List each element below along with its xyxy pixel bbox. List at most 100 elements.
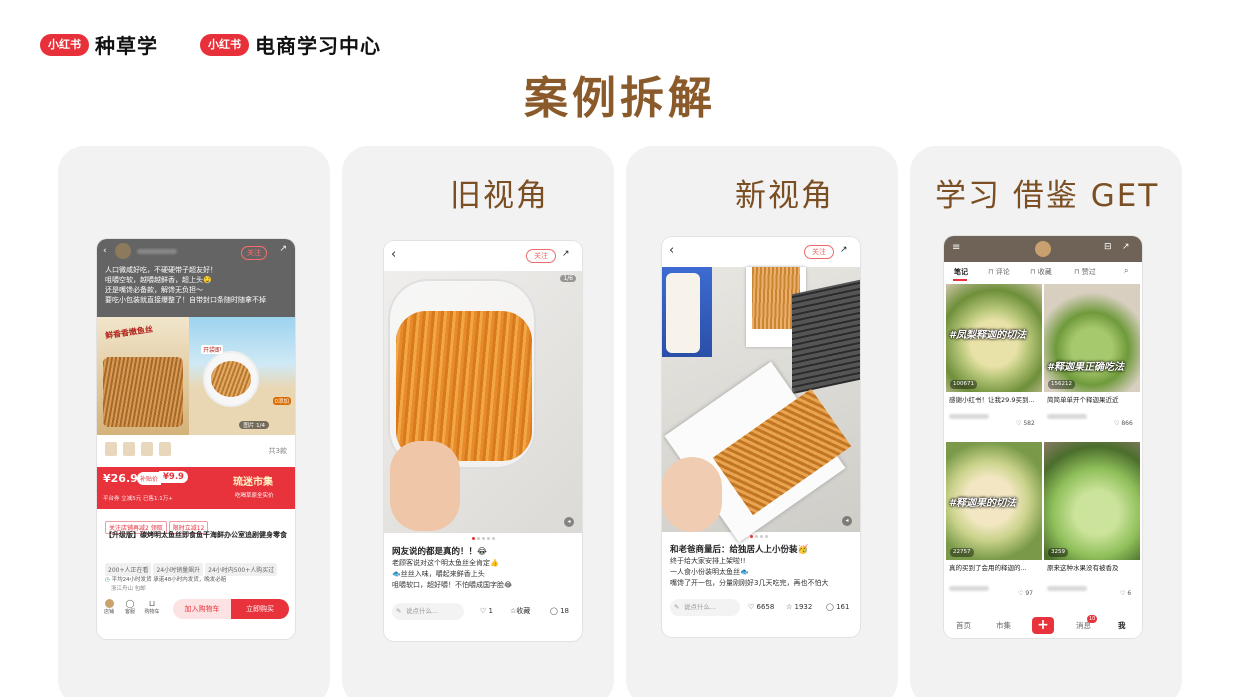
variant-thumbnails[interactable]: [105, 442, 171, 456]
comment-input[interactable]: ✎ 说点什么...: [670, 599, 740, 616]
nav-bar: ‹ 关注 ↗: [662, 237, 860, 267]
price-subtext: 平台券 立减5元 已售1.1万+: [103, 496, 173, 502]
username-blurred: [137, 249, 177, 254]
new-view-title: 新视角: [735, 178, 834, 214]
promo-title[interactable]: 琉迷市集: [233, 473, 273, 488]
like-button[interactable]: ♡ 1: [480, 605, 493, 617]
pencil-icon: ✎: [674, 603, 680, 611]
scan-icon[interactable]: ⊟: [1104, 242, 1112, 252]
heart-icon: ♡: [748, 603, 755, 611]
note-tile[interactable]: #凤梨释迦的切法 100671 感谢小红书！让我29.9买到... ♡ 582: [946, 284, 1042, 439]
nav-me[interactable]: 我: [1118, 620, 1126, 631]
message-badge: 10: [1087, 615, 1098, 623]
note-overlay: ‹ 关注 ↗ 人口微咸好吃，不硬硬带子超友好！ 咀嚼空软，越嚼越鲜香，超上头🤤 …: [97, 239, 295, 317]
share-icon[interactable]: ↗: [279, 244, 287, 254]
publish-button[interactable]: +: [1032, 617, 1054, 634]
phone-product-page: ‹ 关注 ↗ 人口微咸好吃，不硬硬带子超友好！ 咀嚼空软，越嚼越鲜香，超上头🤤 …: [97, 239, 295, 639]
profile-tabs: 笔记 ⊓ 评论 ⊓ 收藏 ⊓ 赞过 ⌕: [944, 262, 1142, 282]
product-title[interactable]: 【升级版】碳烤明太鱼丝即食鱼干海鲜办公室追剧健身零食: [105, 530, 289, 540]
variant-count: 共3款: [268, 447, 287, 455]
lock-icon: ⊓: [1074, 268, 1080, 276]
phone-new-note: ‹ 关注 ↗ ◂ 和老爸商量后：给独居人上小份装🥳 终于给大家安排上架啦!! 一…: [662, 237, 860, 637]
mute-icon[interactable]: ◂: [564, 517, 574, 527]
tab-comments[interactable]: ⊓ 评论: [988, 267, 1010, 277]
tab-indicator: [953, 279, 967, 281]
subsidy-label: 补贴价: [137, 472, 162, 485]
nav-home[interactable]: 首页: [956, 620, 971, 631]
store-button[interactable]: 店铺: [103, 599, 115, 615]
heart-icon: ♡: [1120, 590, 1126, 597]
back-icon[interactable]: ‹: [391, 247, 396, 262]
page-title: 案例拆解: [524, 73, 716, 124]
brand-subtitle: 电商学习中心: [255, 34, 381, 58]
back-icon[interactable]: ‹: [103, 246, 107, 256]
comment-input[interactable]: ✎ 说点什么...: [392, 603, 464, 620]
comment-button[interactable]: ◯ 161: [826, 601, 849, 613]
carousel-dots: [472, 537, 495, 540]
bottom-nav: 首页 市集 + 消息 10 我: [944, 612, 1142, 638]
product-image-beach[interactable]: 开袋即 0添加 图片 1/4: [189, 317, 295, 435]
menu-icon[interactable]: ≡: [952, 242, 960, 253]
image-counter: 1/6: [560, 275, 576, 282]
tab-collections[interactable]: ⊓ 收藏: [1030, 267, 1052, 277]
star-icon: ☆: [786, 603, 793, 611]
note-caption: 和老爸商量后：给独居人上小份装🥳 终于给大家安排上架啦!! 一人食小份装明太鱼丝…: [670, 545, 829, 587]
follow-button[interactable]: 关注: [241, 246, 267, 260]
heart-icon: ♡: [1018, 590, 1024, 597]
nav-market[interactable]: 市集: [996, 620, 1011, 631]
share-icon[interactable]: ↗: [1122, 242, 1130, 252]
xiaohongshu-badge: 小红书: [40, 33, 89, 56]
promo-subtitle: 吃喝草原全实价: [235, 493, 274, 499]
note-image-box[interactable]: ◂: [662, 267, 860, 543]
price: ¥26.9: [103, 472, 138, 485]
heart-icon: ♡: [1114, 420, 1120, 427]
subsidy-price: ¥9.9: [159, 471, 188, 483]
cart-icon: ⊔: [148, 599, 156, 608]
comment-icon: ◯: [826, 603, 834, 611]
customer-service-button[interactable]: ◯ 客服: [123, 599, 137, 615]
phone-profile-grid: ≡ ⊟ ↗ 笔记 ⊓ 评论 ⊓ 收藏 ⊓ 赞过 ⌕ #凤梨释迦的切法 10067…: [944, 236, 1142, 638]
note-tile[interactable]: #释迦果的切法 22757 真的买到了会用的释迦的... ♡ 97: [946, 442, 1042, 604]
share-icon[interactable]: ↗: [840, 245, 848, 255]
brand-logo-ecommerce: 小红书 电商学习中心: [200, 30, 381, 59]
brand-logo-seeding: 小红书 种草学: [40, 30, 158, 59]
profile-header: ≡ ⊟ ↗: [944, 236, 1142, 262]
avatar[interactable]: [1035, 241, 1051, 257]
nav-bar: ‹ 关注 ↗: [384, 241, 582, 271]
back-icon[interactable]: ‹: [669, 243, 674, 258]
follow-button[interactable]: 关注: [804, 245, 834, 259]
phone-old-note: ‹ 关注 ↗ 1/6 ◂ 网友说的都是真的！！😂 老顾客说对这个明太鱼丝全肯定👍…: [384, 241, 582, 641]
follow-button[interactable]: 关注: [526, 249, 556, 263]
xiaohongshu-badge: 小红书: [200, 33, 249, 56]
collect-button[interactable]: ☆收藏: [510, 605, 530, 617]
buy-now-button[interactable]: 立即购买: [231, 599, 289, 619]
heart-icon: ♡: [1016, 420, 1022, 427]
mute-icon[interactable]: ◂: [842, 516, 852, 526]
cart-button[interactable]: ⊔ 购物车: [143, 599, 161, 615]
add-to-cart-button[interactable]: 加入购物车: [173, 599, 231, 619]
sales-chips: 200+人正在看 24小时销量飙升 24小时内500+人购买过: [105, 557, 279, 576]
heart-icon: ♡: [480, 607, 487, 615]
like-button[interactable]: ♡ 6658: [748, 601, 774, 613]
note-tile[interactable]: 3259 原来这种水果没有被香及 ♡ 6: [1044, 442, 1140, 604]
collect-button[interactable]: ☆ 1932: [786, 601, 812, 613]
pencil-icon: ✎: [396, 607, 402, 615]
shipping-info: ◷ 平均24小时发货 承诺48小时内发货，晚发必赔: [105, 577, 227, 583]
old-view-title: 旧视角: [450, 178, 549, 214]
chat-icon: ◯: [125, 599, 135, 608]
learn-title: 学习 借鉴 GET: [935, 178, 1160, 214]
tab-liked[interactable]: ⊓ 赞过: [1074, 267, 1096, 277]
note-image-jar[interactable]: 1/6 ◂: [384, 271, 582, 533]
note-tile[interactable]: #释迦果正确吃法 156212 简简单单开个释迦果近近 ♡ 866: [1044, 284, 1140, 439]
image-counter: 图片 1/4: [239, 421, 269, 429]
brand-subtitle: 种草学: [95, 34, 158, 58]
carousel-dots: [750, 535, 768, 538]
comment-icon: ◯: [550, 607, 558, 615]
note-text: 人口微咸好吃，不硬硬带子超友好！ 咀嚼空软，越嚼越鲜香，超上头🤤 还是嘴馋必备款…: [105, 266, 266, 304]
tab-notes[interactable]: 笔记: [954, 267, 968, 277]
comment-button[interactable]: ◯ 18: [550, 605, 569, 617]
search-icon[interactable]: ⌕: [1124, 266, 1128, 276]
share-icon[interactable]: ↗: [562, 249, 570, 259]
avatar[interactable]: [115, 243, 131, 259]
product-image-fish-strips[interactable]: 鲜香香嫩鱼丝: [97, 317, 189, 435]
